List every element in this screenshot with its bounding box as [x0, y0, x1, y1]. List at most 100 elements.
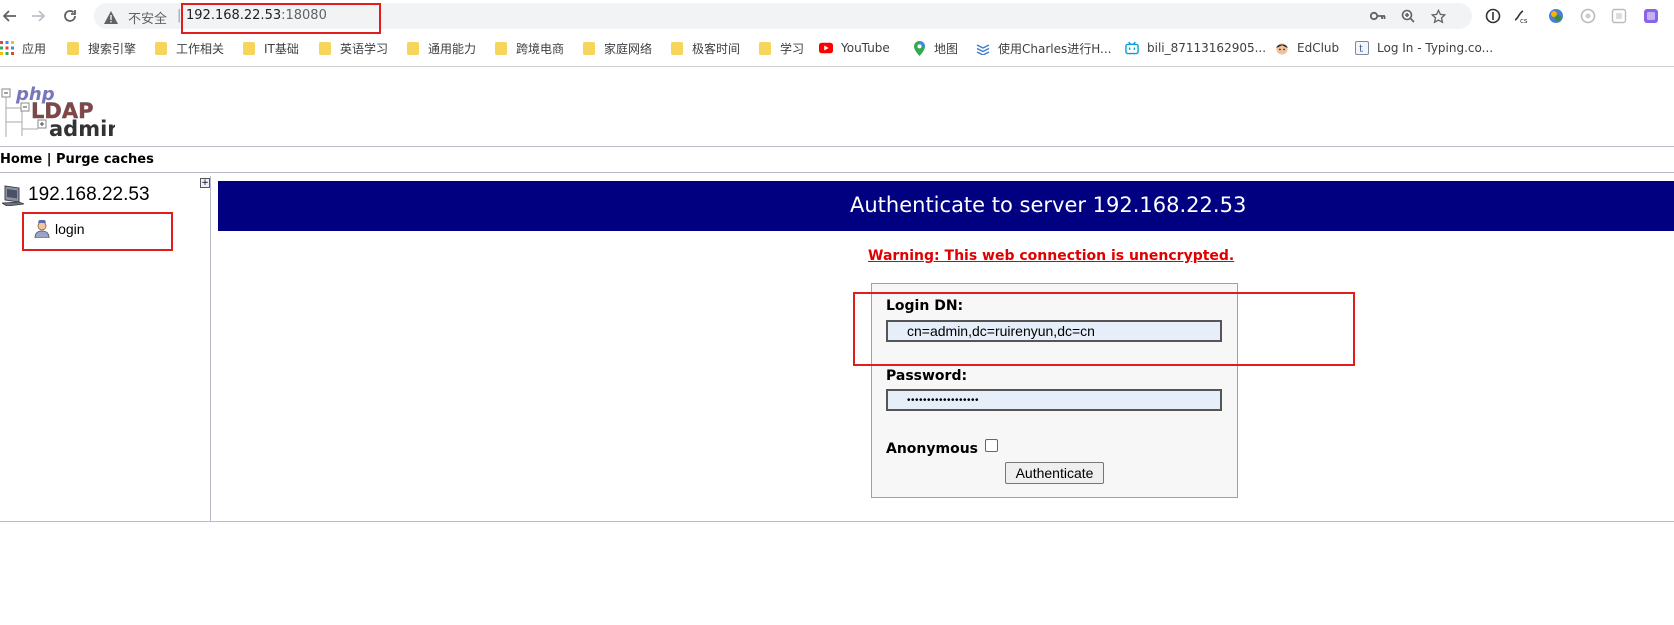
warning-triangle-icon[interactable] [104, 9, 118, 28]
menu-rule [0, 172, 1674, 173]
omnibox-separator: | [177, 8, 182, 23]
toolbar-divider [0, 66, 1674, 67]
extension-grey-circle-icon[interactable] [1579, 7, 1597, 25]
bookmark-folder[interactable]: 英语学习 [318, 39, 388, 57]
bookmark-apps[interactable]: 应用 [0, 39, 46, 57]
bookmark-folder[interactable]: 学习 [758, 39, 804, 57]
phpldapadmin-logo[interactable]: php LDAP admin [0, 82, 122, 141]
bookmark-label: 使用Charles进行H... [998, 41, 1112, 56]
extension-code-icon[interactable]: cs [1513, 7, 1531, 25]
extension-globe-icon[interactable] [1547, 7, 1565, 25]
bookmark-typing[interactable]: t Log In - Typing.co... [1355, 39, 1493, 57]
bookmark-bilibili[interactable]: bili_87113162905... [1125, 39, 1266, 57]
back-arrow-icon [2, 10, 16, 22]
bilibili-icon [1125, 41, 1139, 55]
folder-icon [670, 41, 684, 55]
svg-text:admin: admin [49, 117, 115, 138]
bookmark-label: 家庭网络 [604, 41, 653, 56]
bookmark-label: IT基础 [264, 41, 299, 56]
bookmarks-bar: 应用 搜索引擎 工作相关 IT基础 英语学习 通用能力 跨境电商 家庭网络 极客… [0, 34, 1674, 62]
svg-text:t: t [1359, 44, 1363, 55]
password-input[interactable]: •••••••••••••••••• [886, 389, 1222, 411]
anonymous-checkbox[interactable] [985, 439, 998, 452]
folder-icon [154, 41, 168, 55]
auth-title: Authenticate to server 192.168.22.53 [850, 193, 1247, 217]
svg-text:cs: cs [1520, 17, 1528, 24]
forward-arrow-icon [32, 10, 46, 22]
header-rule [0, 146, 1674, 147]
typing-icon: t [1355, 41, 1369, 55]
top-menu: Home | Purge caches [0, 152, 154, 167]
authenticate-button[interactable]: Authenticate [1005, 462, 1104, 484]
url-port: :18080 [281, 8, 327, 23]
login-dn-label: Login DN: [886, 298, 964, 314]
server-icon[interactable] [0, 184, 26, 207]
folder-icon [494, 41, 508, 55]
bookmark-label: 搜索引擎 [88, 41, 137, 56]
security-label[interactable]: 不安全 [128, 8, 167, 27]
bookmark-folder[interactable]: 家庭网络 [582, 39, 652, 57]
url-text[interactable]: 192.168.22.53:18080 [186, 8, 327, 23]
folder-icon [66, 41, 80, 55]
bookmark-label: 跨境电商 [516, 41, 565, 56]
bookmark-maps[interactable]: 地图 [912, 39, 958, 57]
bookmark-folder[interactable]: IT基础 [242, 39, 299, 57]
zoom-icon[interactable] [1400, 8, 1416, 24]
login-dn-input[interactable]: cn=admin,dc=ruirenyun,dc=cn [886, 320, 1222, 342]
bookmark-label: bili_87113162905... [1147, 41, 1267, 55]
back-button[interactable] [0, 6, 20, 26]
bookmark-edclub[interactable]: EdClub [1275, 39, 1339, 57]
footer-rule [0, 521, 1674, 522]
bookmark-folder[interactable]: 搜索引擎 [66, 39, 136, 57]
extension-grey-square-icon[interactable] [1610, 7, 1628, 25]
maps-pin-icon [912, 40, 926, 56]
extension-purple-icon[interactable] [1642, 7, 1660, 25]
apps-grid-icon [0, 41, 14, 55]
key-icon[interactable] [1370, 8, 1386, 24]
anonymous-label: Anonymous [886, 441, 979, 457]
folder-icon [582, 41, 596, 55]
address-bar[interactable]: 不安全 | 192.168.22.53:18080 [94, 3, 1472, 29]
bookmark-label: 极客时间 [692, 41, 741, 56]
extension-info-icon[interactable] [1484, 7, 1502, 25]
auth-banner: Authenticate to server 192.168.22.53 [218, 181, 1674, 231]
forward-button[interactable] [28, 6, 48, 26]
reload-icon [64, 10, 76, 22]
bookmark-charles[interactable]: 使用Charles进行H... [976, 39, 1112, 57]
bookmark-folder[interactable]: 跨境电商 [494, 39, 564, 57]
bookmark-youtube[interactable]: YouTube [819, 39, 890, 57]
server-name[interactable]: 192.168.22.53 [28, 184, 150, 206]
bookmark-folder[interactable]: 工作相关 [154, 39, 224, 57]
password-label: Password: [886, 368, 968, 384]
unencrypted-warning-link[interactable]: Warning: This web connection is unencryp… [868, 248, 1234, 264]
purge-caches-link[interactable]: Purge caches [56, 152, 154, 167]
expand-icon[interactable]: + [200, 178, 210, 188]
bookmark-label: 地图 [934, 41, 959, 56]
folder-icon [242, 41, 256, 55]
login-tree-item[interactable]: login [34, 220, 85, 239]
bookmark-folder[interactable]: 通用能力 [406, 39, 476, 57]
layers-icon [976, 41, 990, 55]
bookmark-label: 英语学习 [340, 41, 389, 56]
bookmark-label: 工作相关 [176, 41, 225, 56]
reload-button[interactable] [60, 6, 80, 26]
url-host: 192.168.22.53 [186, 8, 282, 23]
bookmark-label: 通用能力 [428, 41, 477, 56]
login-label: login [55, 221, 85, 237]
bookmark-label: Log In - Typing.co... [1377, 41, 1494, 55]
folder-icon [406, 41, 420, 55]
login-form: Login DN: cn=admin,dc=ruirenyun,dc=cn Pa… [871, 283, 1238, 498]
home-link[interactable]: Home [0, 152, 42, 167]
folder-icon [758, 41, 772, 55]
bookmark-label: 学习 [780, 41, 805, 56]
bookmark-star-icon[interactable] [1430, 8, 1446, 24]
menu-separator: | [46, 152, 52, 167]
bookmark-folder[interactable]: 极客时间 [670, 39, 740, 57]
server-tree-panel: 192.168.22.53 + login [0, 176, 211, 522]
edclub-icon [1275, 41, 1289, 55]
bookmark-label: EdClub [1297, 41, 1340, 55]
user-icon [34, 220, 50, 239]
browser-toolbar: 不安全 | 192.168.22.53:18080 cs [0, 0, 1674, 32]
folder-icon [318, 41, 332, 55]
bookmark-label: YouTube [841, 41, 890, 55]
